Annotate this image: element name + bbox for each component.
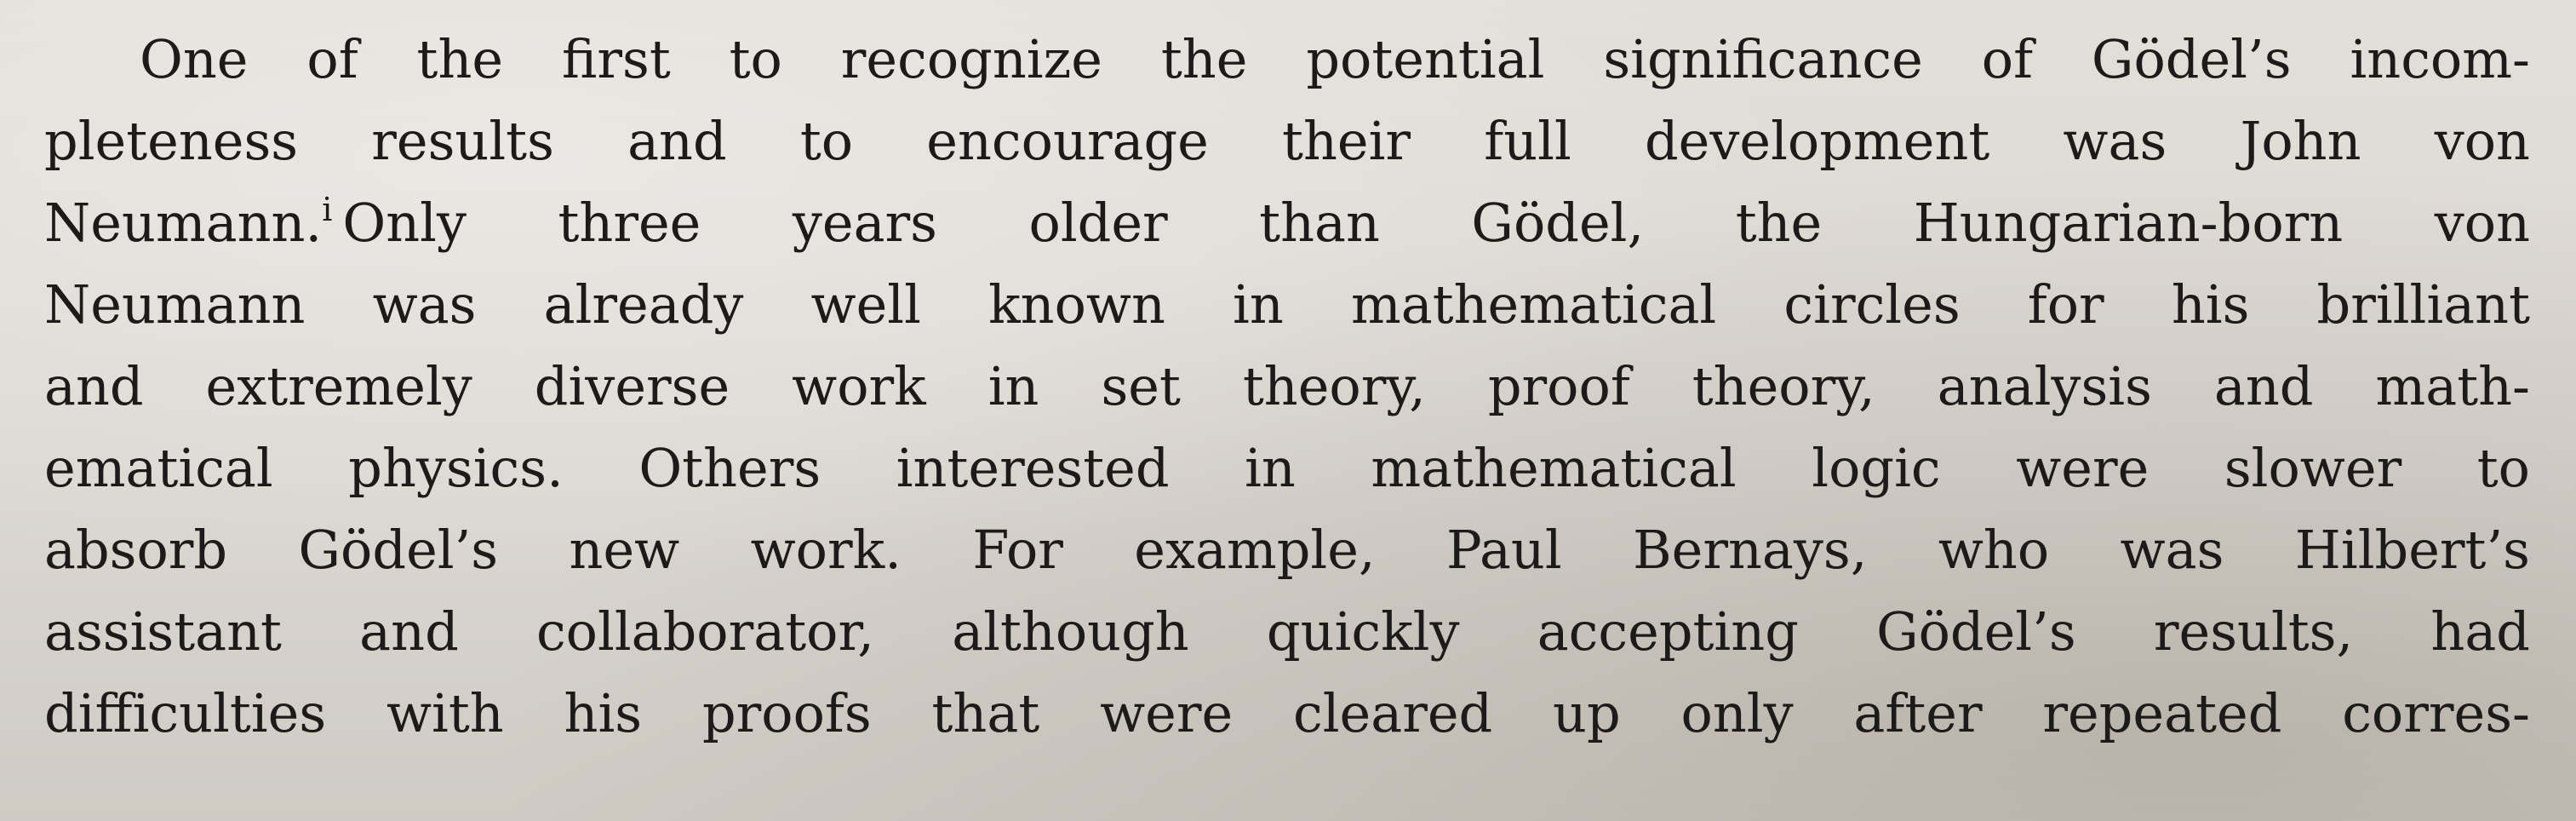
book-page: One of the first to recognize the potent… (0, 0, 2576, 821)
neumann-text: Neumann. (44, 192, 323, 254)
paragraph-line-4: Neumann was already well known in mathem… (44, 273, 2530, 336)
paragraph-line-5: and extremely diverse work in set theory… (44, 355, 2530, 417)
paragraph-line-6: ematical physics. Others interested in m… (44, 437, 2530, 499)
paragraph-line-7: absorb Gödel’s new work. For example, Pa… (44, 519, 2530, 581)
paragraph-line-8: assistant and collaborator, although qui… (44, 600, 2530, 663)
line-3-rest: Only three years older than Gödel, the H… (342, 192, 2530, 254)
paragraph-line-1: One of the first to recognize the potent… (140, 28, 2530, 90)
footnote-marker[interactable]: i (322, 191, 332, 228)
paragraph: One of the first to recognize the potent… (44, 19, 2530, 755)
paragraph-line-2: pleteness results and to encourage their… (44, 110, 2530, 172)
paragraph-line-3: Neumann.i Only three years older than Göd… (44, 182, 2530, 264)
paragraph-line-9: difficulties with his proofs that were c… (44, 682, 2530, 744)
